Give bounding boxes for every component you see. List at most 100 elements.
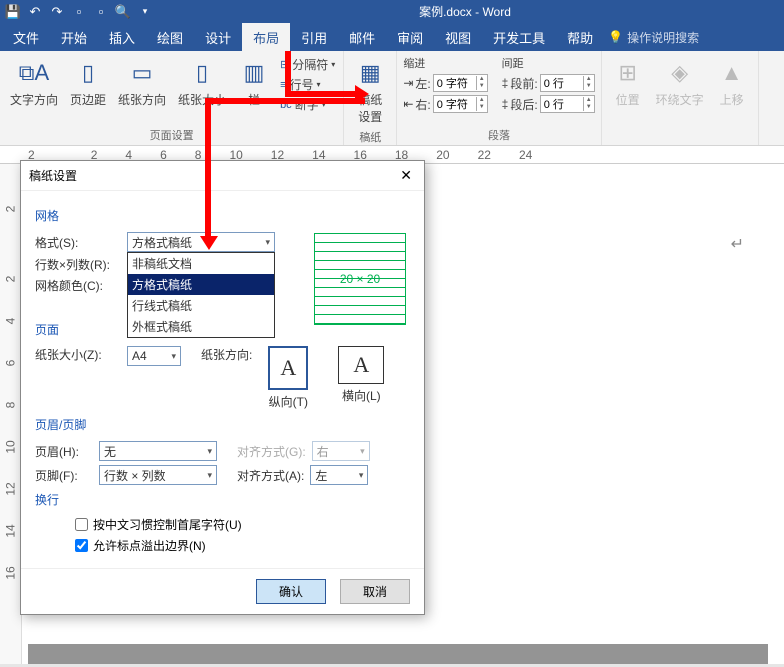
qat-more-icon[interactable]: ▾ — [138, 5, 152, 19]
quick-access-toolbar: 💾 ↶ ↷ ▫ ▫ 🔍 ▾ — [6, 5, 152, 19]
footer-align-combo[interactable]: 左▾ — [310, 465, 368, 485]
group-label: 段落 — [488, 125, 510, 145]
save-icon[interactable]: 💾 — [6, 5, 20, 19]
chevron-down-icon: ▾ — [171, 351, 176, 362]
indent-right-input[interactable]: ▲▼ — [433, 95, 488, 113]
tab-developer[interactable]: 开发工具 — [482, 23, 556, 51]
cjk-first-last-checkbox[interactable] — [75, 518, 88, 531]
page-break-shadow — [28, 644, 768, 664]
tab-references[interactable]: 引用 — [290, 23, 338, 51]
tab-review[interactable]: 审阅 — [386, 23, 434, 51]
chevron-down-icon: ▾ — [207, 446, 212, 457]
orientation-button[interactable]: ▭纸张方向 — [114, 55, 170, 110]
line-numbers-button[interactable]: ≡行号▾ — [278, 75, 337, 94]
page-size-icon: ▯ — [186, 57, 218, 89]
footer-combo[interactable]: 行数 × 列数▾ — [99, 465, 217, 485]
footer-label: 页脚(F): — [35, 467, 93, 484]
columns-button[interactable]: ▥栏 — [234, 55, 274, 110]
chevron-down-icon: ▾ — [359, 470, 364, 481]
wrap-text-button: ◈环绕文字 — [652, 55, 708, 110]
group-paragraph: 缩进 ⇥左:▲▼ ⇤右:▲▼ 间距 ‡段前:▲▼ ‡段后:▲▼ 段落 — [397, 51, 601, 145]
tab-mailings[interactable]: 邮件 — [338, 23, 386, 51]
indent-left-input[interactable]: ▲▼ — [433, 74, 488, 92]
bring-forward-button: ▲上移 — [712, 55, 752, 110]
space-before-icon: ‡ — [502, 76, 509, 90]
paper-size-combo[interactable]: A4▾ — [127, 346, 181, 366]
group-label: 页面设置 — [150, 125, 194, 145]
indent-label: 缩进 — [403, 55, 487, 71]
hyphen-icon: bc — [280, 99, 292, 111]
section-wrap: 换行 — [35, 491, 410, 508]
rowcol-label: 行数×列数(R): — [35, 256, 121, 273]
header-combo[interactable]: 无▾ — [99, 441, 217, 461]
chevron-down-icon: ▾ — [360, 446, 365, 457]
format-label: 格式(S): — [35, 234, 121, 251]
space-after-icon: ‡ — [502, 97, 509, 111]
align-g-label: 对齐方式(G): — [237, 443, 306, 460]
portrait-option[interactable]: A纵向(T) — [268, 346, 308, 410]
tab-draw[interactable]: 绘图 — [146, 23, 194, 51]
margins-icon: ▯ — [72, 57, 104, 89]
manuscript-icon: ▦ — [354, 57, 386, 89]
option-frame-manuscript[interactable]: 外框式稿纸 — [128, 316, 274, 337]
group-page-setup: ⧉A文字方向 ▯页边距 ▭纸张方向 ▯纸张大小 ▥栏 ⊟分隔符▾ ≡行号▾ bc… — [0, 51, 344, 145]
tab-help[interactable]: 帮助 — [556, 23, 604, 51]
tab-layout[interactable]: 布局 — [242, 23, 290, 51]
print-preview-icon[interactable]: 🔍 — [116, 5, 130, 19]
section-grid: 网格 — [35, 207, 410, 224]
grid-preview: 20 × 20 — [314, 233, 406, 325]
hyphenation-button[interactable]: bc断字▾ — [278, 95, 337, 114]
text-direction-button[interactable]: ⧉A文字方向 — [6, 55, 62, 110]
lineno-icon: ≡ — [280, 79, 286, 91]
tab-file[interactable]: 文件 — [2, 23, 50, 51]
grid-color-label: 网格颜色(C): — [35, 277, 121, 294]
ok-button[interactable]: 确认 — [256, 579, 326, 604]
size-button[interactable]: ▯纸张大小 — [174, 55, 230, 110]
header-label: 页眉(H): — [35, 443, 93, 460]
qat-icon[interactable]: ▫ — [94, 5, 108, 19]
option-non-manuscript[interactable]: 非稿纸文档 — [128, 253, 274, 274]
tell-me-search[interactable]: 操作说明搜索 — [627, 29, 699, 46]
section-header-footer: 页眉/页脚 — [35, 416, 410, 433]
ribbon: ⧉A文字方向 ▯页边距 ▭纸张方向 ▯纸张大小 ▥栏 ⊟分隔符▾ ≡行号▾ bc… — [0, 51, 784, 146]
cancel-button[interactable]: 取消 — [340, 579, 410, 604]
redo-icon[interactable]: ↷ — [50, 5, 64, 19]
breaks-icon: ⊟ — [280, 58, 289, 71]
forward-icon: ▲ — [716, 57, 748, 89]
paper-size-label: 纸张大小(Z): — [35, 346, 121, 363]
landscape-option[interactable]: A横向(L) — [338, 346, 384, 410]
position-icon: ⊞ — [612, 57, 644, 89]
orientation-label: 纸张方向: — [201, 346, 252, 363]
format-combo[interactable]: 方格式稿纸▾ 非稿纸文档 方格式稿纸 行线式稿纸 外框式稿纸 — [127, 232, 275, 252]
tab-home[interactable]: 开始 — [50, 23, 98, 51]
option-line-manuscript[interactable]: 行线式稿纸 — [128, 295, 274, 316]
landscape-icon: A — [338, 346, 384, 384]
title-bar: 💾 ↶ ↷ ▫ ▫ 🔍 ▾ 案例.docx - Word — [0, 0, 784, 23]
vertical-ruler[interactable]: 2246810121416 — [0, 164, 22, 664]
ribbon-tabs: 文件 开始 插入 绘图 设计 布局 引用 邮件 审阅 视图 开发工具 帮助 💡 … — [0, 23, 784, 51]
columns-icon: ▥ — [238, 57, 270, 89]
spacing-label: 间距 — [502, 55, 595, 71]
close-icon[interactable]: ✕ — [396, 167, 416, 184]
dialog-title: 稿纸设置 — [29, 167, 77, 184]
undo-icon[interactable]: ↶ — [28, 5, 42, 19]
space-after-input[interactable]: ▲▼ — [540, 95, 595, 113]
qat-icon[interactable]: ▫ — [72, 5, 86, 19]
space-before-input[interactable]: ▲▼ — [540, 74, 595, 92]
dialog-titlebar: 稿纸设置 ✕ — [21, 161, 424, 191]
tab-insert[interactable]: 插入 — [98, 23, 146, 51]
breaks-button[interactable]: ⊟分隔符▾ — [278, 55, 337, 74]
group-arrange: ⊞位置 ◈环绕文字 ▲上移 — [602, 51, 759, 145]
indent-right-icon: ⇤ — [403, 97, 413, 111]
tab-view[interactable]: 视图 — [434, 23, 482, 51]
punctuation-overflow-checkbox[interactable] — [75, 539, 88, 552]
portrait-icon: A — [268, 346, 308, 390]
wrap-icon: ◈ — [664, 57, 696, 89]
manuscript-settings-button[interactable]: ▦稿纸 设置 — [350, 55, 390, 127]
tab-design[interactable]: 设计 — [194, 23, 242, 51]
orientation-icon: ▭ — [126, 57, 158, 89]
lightbulb-icon: 💡 — [608, 30, 623, 44]
option-grid-manuscript[interactable]: 方格式稿纸 — [128, 274, 274, 295]
margins-button[interactable]: ▯页边距 — [66, 55, 110, 110]
format-dropdown: 非稿纸文档 方格式稿纸 行线式稿纸 外框式稿纸 — [127, 252, 275, 338]
